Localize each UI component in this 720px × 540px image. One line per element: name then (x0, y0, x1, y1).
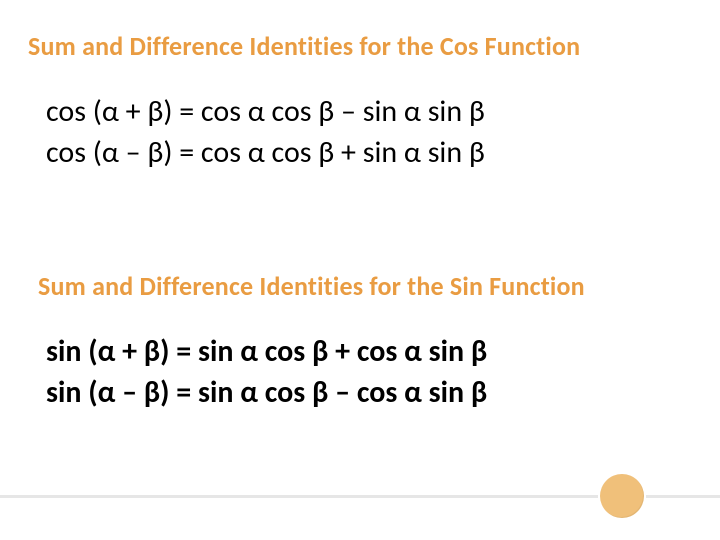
formula-cos-sum: cos (α + β) = cos α cos β – sin α sin β (46, 92, 485, 133)
accent-circle (600, 474, 644, 518)
formula-sin-sum: sin (α + β) = sin α cos β + cos α sin β (46, 332, 487, 373)
formula-sin-diff: sin (α – β) = sin α cos β – cos α sin β (46, 373, 487, 414)
slide: Sum and Difference Identities for the Co… (0, 0, 720, 540)
bottom-accent-line (0, 495, 598, 498)
sin-formula-block: sin (α + β) = sin α cos β + cos α sin β … (46, 332, 487, 413)
bottom-accent-line-right (646, 495, 720, 498)
heading-sin-identities: Sum and Difference Identities for the Si… (38, 270, 585, 302)
heading-cos-identities: Sum and Difference Identities for the Co… (28, 30, 580, 62)
cos-formula-block: cos (α + β) = cos α cos β – sin α sin β … (46, 92, 485, 173)
formula-cos-diff: cos (α – β) = cos α cos β + sin α sin β (46, 133, 485, 174)
